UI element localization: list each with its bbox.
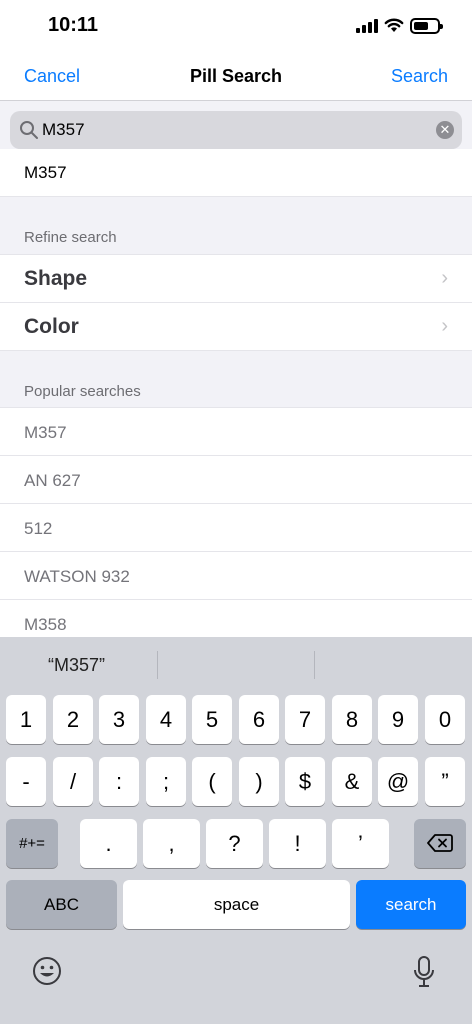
popular-searches-header: Popular searches [24,383,141,400]
key-quote[interactable]: ” [425,757,465,806]
refine-search-list: Shape › Color › [0,254,472,351]
symbols-toggle-key[interactable]: #+= [6,819,58,868]
key-1[interactable]: 1 [6,695,46,744]
key-ampersand[interactable]: & [332,757,372,806]
key-close-paren[interactable]: ) [239,757,279,806]
list-item-label: WATSON 932 [24,567,130,586]
abc-key[interactable]: ABC [6,880,117,929]
list-item-label: M358 [24,615,67,634]
space-key[interactable]: space [123,880,350,929]
list-item-label: 512 [24,519,53,538]
key-9[interactable]: 9 [378,695,418,744]
key-3[interactable]: 3 [99,695,139,744]
search-field[interactable]: ✕ [10,111,462,149]
key-2[interactable]: 2 [53,695,93,744]
navigation-bar: Cancel Pill Search Search [0,54,472,101]
key-8[interactable]: 8 [332,695,372,744]
refine-item-color[interactable]: Color › [0,303,472,351]
key-question[interactable]: ? [206,819,263,868]
key-open-paren[interactable]: ( [192,757,232,806]
list-item[interactable]: WATSON 932 [0,552,472,600]
list-item[interactable]: 512 [0,504,472,552]
key-at[interactable]: @ [378,757,418,806]
predictive-bar: “M357” [0,637,472,693]
microphone-icon[interactable] [412,955,436,989]
backspace-key[interactable] [414,819,466,868]
key-comma[interactable]: , [143,819,200,868]
emoji-icon[interactable] [31,955,63,987]
list-item[interactable]: AN 627 [0,456,472,504]
cellular-signal-icon [356,19,378,33]
key-5[interactable]: 5 [192,695,232,744]
key-slash[interactable]: / [53,757,93,806]
refine-item-label: Color [24,315,79,338]
list-item-label: M357 [24,423,67,442]
key-colon[interactable]: : [99,757,139,806]
key-4[interactable]: 4 [146,695,186,744]
status-time: 10:11 [48,14,99,36]
list-item-label: AN 627 [24,471,81,490]
keyboard: “M357” 1 2 3 4 5 6 7 8 9 0 - / : ; ( ) $… [0,637,472,1024]
key-apostrophe[interactable]: ’ [332,819,389,868]
prediction-suggestion[interactable]: “M357” [48,655,105,676]
refine-search-header: Refine search [24,229,117,246]
search-input[interactable] [42,116,422,144]
refine-item-shape[interactable]: Shape › [0,255,472,303]
battery-icon [410,18,443,34]
key-period[interactable]: . [80,819,137,868]
status-bar: 10:11 [0,0,472,54]
search-icon [20,121,38,139]
chevron-right-icon: › [441,315,448,337]
wifi-icon [384,18,404,32]
key-hyphen[interactable]: - [6,757,46,806]
list-item[interactable]: M357 [0,408,472,456]
chevron-right-icon: › [441,267,448,289]
popular-searches-list: M357 AN 627 512 WATSON 932 M358 [0,407,472,648]
key-7[interactable]: 7 [285,695,325,744]
search-button[interactable]: Search [391,66,448,87]
refine-item-label: Shape [24,267,88,290]
search-suggestion[interactable]: M357 [0,149,472,197]
clear-text-icon[interactable]: ✕ [436,121,454,139]
search-suggestion-label: M357 [24,163,67,182]
key-dollar[interactable]: $ [285,757,325,806]
backspace-icon [427,834,453,852]
search-key[interactable]: search [356,880,466,929]
search-bar: ✕ [0,101,472,155]
key-0[interactable]: 0 [425,695,465,744]
key-semicolon[interactable]: ; [146,757,186,806]
key-exclamation[interactable]: ! [269,819,326,868]
key-6[interactable]: 6 [239,695,279,744]
